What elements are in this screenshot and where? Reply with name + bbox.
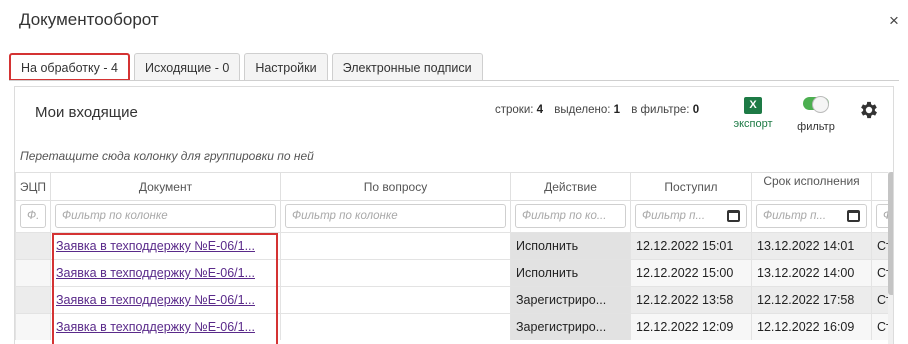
filter-input-deadline[interactable]: Фильтр п... — [756, 204, 867, 228]
tabs-divider — [9, 80, 899, 81]
document-link[interactable]: Заявка в техподдержку №Е-06/1... — [50, 232, 280, 259]
cell-question — [280, 286, 510, 313]
document-link[interactable]: Заявка в техподдержку №Е-06/1... — [50, 286, 280, 313]
filter-input-action[interactable]: Фильтр по ко... — [515, 204, 626, 228]
filter-cell-received: Фильтр п... — [630, 200, 751, 232]
cell-question — [280, 232, 510, 259]
filter-input-document[interactable]: Фильтр по колонке — [55, 204, 276, 228]
column-header-action[interactable]: Действие — [510, 172, 630, 200]
cell-question — [280, 259, 510, 286]
filter-cell-deadline: Фильтр п... — [751, 200, 871, 232]
tab-settings[interactable]: Настройки — [244, 53, 328, 81]
cell-received: 12.12.2022 13:58 — [630, 286, 751, 313]
filter-input-deadline-text: Фильтр п... — [763, 210, 827, 222]
cell-action: Зарегистриро... — [510, 313, 630, 340]
filter-input-received[interactable]: Фильтр п... — [635, 204, 747, 228]
calendar-icon[interactable] — [847, 210, 860, 222]
filter-input-ecp[interactable]: Ф. — [20, 204, 46, 228]
export-button[interactable]: X экспорт — [729, 95, 777, 130]
group-drop-hint[interactable]: Перетащите сюда колонку для группировки … — [20, 149, 314, 163]
cell-received: 12.12.2022 12:09 — [630, 313, 751, 340]
filtered-label: в фильтре: — [631, 104, 690, 116]
toggle-switch-icon — [803, 96, 829, 113]
filter-cell-ecp: Ф. — [15, 200, 50, 232]
rows-label: строки: — [495, 104, 534, 116]
cell-ecp — [15, 313, 50, 340]
cell-deadline: 12.12.2022 16:09 — [751, 313, 871, 340]
filter-label: фильтр — [797, 121, 835, 133]
tab-incoming-processing[interactable]: На обработку - 4 — [9, 53, 130, 81]
filter-cell-document: Фильтр по колонке — [50, 200, 280, 232]
filter-input-question[interactable]: Фильтр по колонке — [285, 204, 506, 228]
grid-stats: строки: 4 выделено: 1 в фильтре: 0 — [495, 104, 699, 116]
cell-action: Исполнить — [510, 232, 630, 259]
document-link[interactable]: Заявка в техподдержку №Е-06/1... — [50, 259, 280, 286]
cell-deadline: 12.12.2022 17:58 — [751, 286, 871, 313]
cell-ecp — [15, 286, 50, 313]
gear-icon[interactable] — [858, 99, 880, 121]
cell-action: Исполнить — [510, 259, 630, 286]
cell-deadline: 13.12.2022 14:01 — [751, 232, 871, 259]
cell-ecp — [15, 232, 50, 259]
selected-label: выделено: — [554, 104, 611, 116]
column-header-document[interactable]: Документ — [50, 172, 280, 200]
close-icon[interactable]: × — [884, 11, 904, 31]
cell-question — [280, 313, 510, 340]
vertical-scrollbar-thumb[interactable] — [888, 172, 893, 295]
cell-received: 12.12.2022 15:01 — [630, 232, 751, 259]
filter-cell-action: Фильтр по ко... — [510, 200, 630, 232]
column-header-deadline[interactable]: Срок исполнения — [751, 172, 871, 200]
filtered-count: 0 — [692, 104, 700, 116]
filter-input-received-text: Фильтр п... — [642, 210, 706, 222]
panel-title: Мои входящие — [35, 104, 138, 121]
export-label: экспорт — [733, 118, 773, 130]
column-header-question[interactable]: По вопросу — [280, 172, 510, 200]
dialog-title: Документооборот — [19, 10, 159, 29]
column-header-ecp[interactable]: ЭЦП — [15, 172, 50, 200]
column-header-received[interactable]: Поступил — [630, 172, 751, 200]
incoming-panel: Мои входящие строки: 4 выделено: 1 в фил… — [14, 86, 894, 344]
document-link[interactable]: Заявка в техподдержку №Е-06/1... — [50, 313, 280, 340]
tab-e-signatures[interactable]: Электронные подписи — [331, 53, 483, 81]
filter-cell-question: Фильтр по колонке — [280, 200, 510, 232]
tab-bar: На обработку - 4 Исходящие - 0 Настройки… — [9, 53, 487, 81]
filter-toggle[interactable]: фильтр — [791, 96, 841, 133]
excel-icon: X — [744, 97, 762, 114]
cell-ecp — [15, 259, 50, 286]
selected-count: 1 — [613, 104, 621, 116]
cell-received: 12.12.2022 15:00 — [630, 259, 751, 286]
calendar-icon[interactable] — [727, 210, 740, 222]
cell-action: Зарегистриро... — [510, 286, 630, 313]
cell-deadline: 13.12.2022 14:00 — [751, 259, 871, 286]
rows-count: 4 — [536, 104, 544, 116]
tab-outgoing[interactable]: Исходящие - 0 — [133, 53, 241, 81]
